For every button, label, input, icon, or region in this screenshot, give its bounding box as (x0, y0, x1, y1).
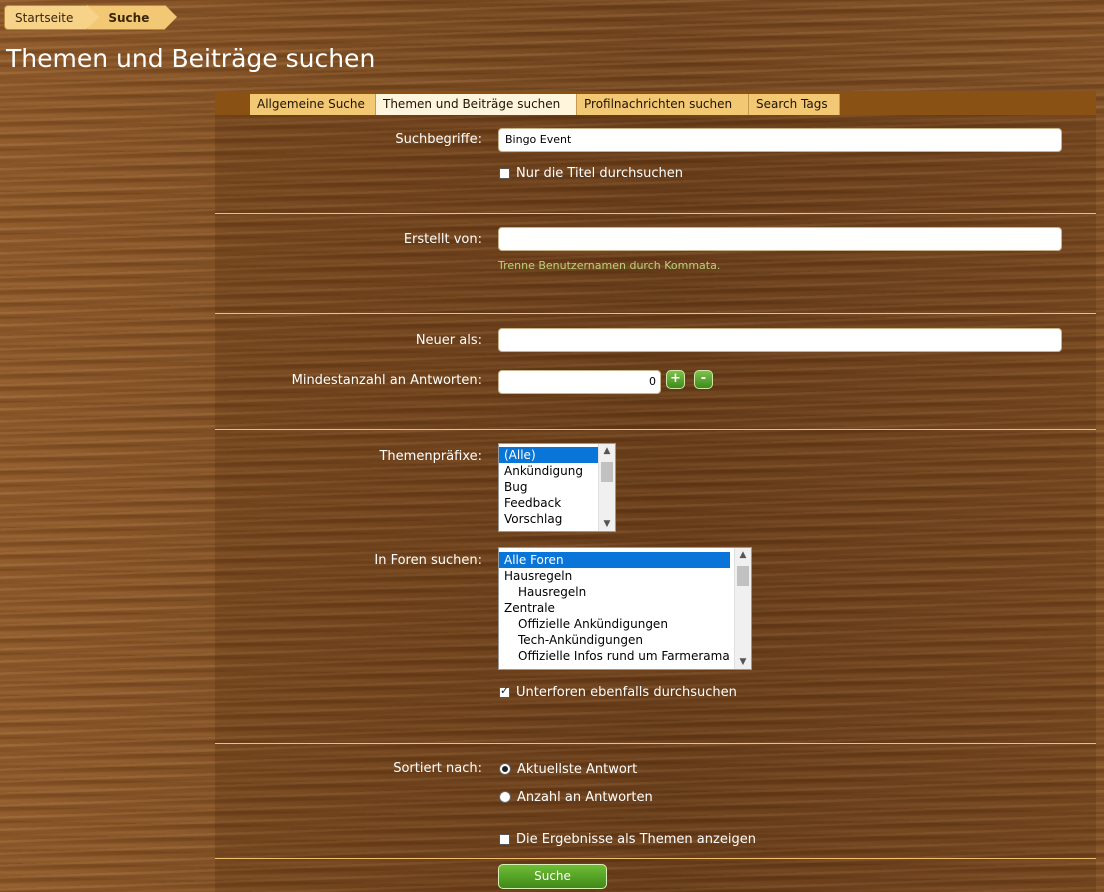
divider (215, 429, 1096, 430)
newer-than-label: Neuer als: (415, 333, 482, 348)
titles-only-checkbox[interactable] (499, 167, 510, 179)
divider (215, 858, 1096, 859)
show-as-threads-label: Die Ergebnisse als Themen anzeigen (516, 831, 756, 847)
tab-search-tags[interactable]: Search Tags (749, 94, 840, 115)
tabs-bar: Allgemeine Suche Themen und Beiträge suc… (215, 91, 1096, 115)
search-submit-button[interactable]: Suche (498, 864, 607, 889)
keywords-input[interactable]: Bingo Event (498, 128, 1062, 152)
prefixes-scrollbar[interactable]: ▲ ▼ (598, 444, 615, 531)
show-as-threads-row[interactable]: Die Ergebnisse als Themen anzeigen (499, 831, 756, 847)
forums-label: In Foren suchen: (374, 553, 482, 568)
min-replies-label: Mindestanzahl an Antworten: (291, 373, 482, 388)
include-subforums-row[interactable]: Unterforen ebenfalls durchsuchen (499, 684, 737, 700)
list-item[interactable]: Offizielle Ankündigungen (499, 616, 751, 632)
list-item[interactable]: Offizielle Infos rund um Farmerama (499, 648, 751, 664)
created-by-label: Erstellt von: (403, 232, 482, 247)
forums-listbox[interactable]: Alle Foren Hausregeln Hausregeln Zentral… (498, 547, 752, 670)
sort-reply-count-row[interactable]: Anzahl an Antworten (499, 789, 653, 805)
include-subforums-label: Unterforen ebenfalls durchsuchen (516, 684, 737, 700)
increment-button[interactable]: + (666, 370, 685, 389)
scroll-up-icon[interactable]: ▲ (599, 444, 615, 458)
scroll-down-icon[interactable]: ▼ (735, 655, 751, 669)
list-item[interactable]: Tech-Ankündigungen (499, 632, 751, 648)
prefixes-listbox[interactable]: (Alle) Ankündigung Bug Feedback Vorschla… (498, 443, 616, 532)
page-title: Themen und Beiträge suchen (6, 44, 376, 73)
sort-latest-reply-row[interactable]: Aktuellste Antwort (499, 761, 637, 777)
scroll-thumb[interactable] (601, 462, 613, 482)
breadcrumb: Startseite Suche (4, 5, 178, 30)
titles-only-label: Nur die Titel durchsuchen (516, 165, 684, 181)
search-form-panel: Allgemeine Suche Themen und Beiträge suc… (215, 91, 1096, 892)
decrement-button[interactable]: - (694, 370, 713, 389)
divider (215, 313, 1096, 314)
created-by-hint: Trenne Benutzernamen durch Kommata. (498, 259, 721, 272)
list-item[interactable]: Hausregeln (499, 584, 751, 600)
list-item[interactable]: Alle Foren (499, 552, 730, 568)
divider (215, 743, 1096, 744)
sort-by-label: Sortiert nach: (393, 761, 482, 776)
scroll-thumb[interactable] (737, 566, 749, 586)
sort-latest-reply-radio[interactable] (499, 763, 511, 775)
list-item[interactable]: Zentrale (499, 600, 751, 616)
scroll-down-icon[interactable]: ▼ (599, 517, 615, 531)
breadcrumb-home[interactable]: Startseite (4, 5, 100, 30)
sort-latest-reply-label: Aktuellste Antwort (517, 761, 638, 777)
show-as-threads-checkbox[interactable] (499, 833, 510, 845)
forums-scrollbar[interactable]: ▲ ▼ (734, 548, 751, 669)
newer-than-input[interactable] (498, 328, 1062, 352)
tab-profile-messages-search[interactable]: Profilnachrichten suchen (577, 94, 749, 115)
divider (215, 213, 1096, 214)
scroll-up-icon[interactable]: ▲ (735, 548, 751, 562)
list-item[interactable]: Hausregeln (499, 568, 751, 584)
created-by-input[interactable] (498, 227, 1062, 251)
keywords-label: Suchbegriffe: (395, 132, 482, 147)
min-replies-input[interactable]: 0 (498, 370, 661, 394)
titles-only-row[interactable]: Nur die Titel durchsuchen (499, 165, 683, 181)
sort-reply-count-label: Anzahl an Antworten (517, 789, 653, 805)
sort-reply-count-radio[interactable] (499, 791, 511, 803)
tab-general-search[interactable]: Allgemeine Suche (250, 94, 376, 115)
tab-threads-posts-search[interactable]: Themen und Beiträge suchen (376, 94, 577, 115)
prefixes-label: Themenpräfixe: (379, 449, 482, 464)
include-subforums-checkbox[interactable] (499, 684, 510, 698)
